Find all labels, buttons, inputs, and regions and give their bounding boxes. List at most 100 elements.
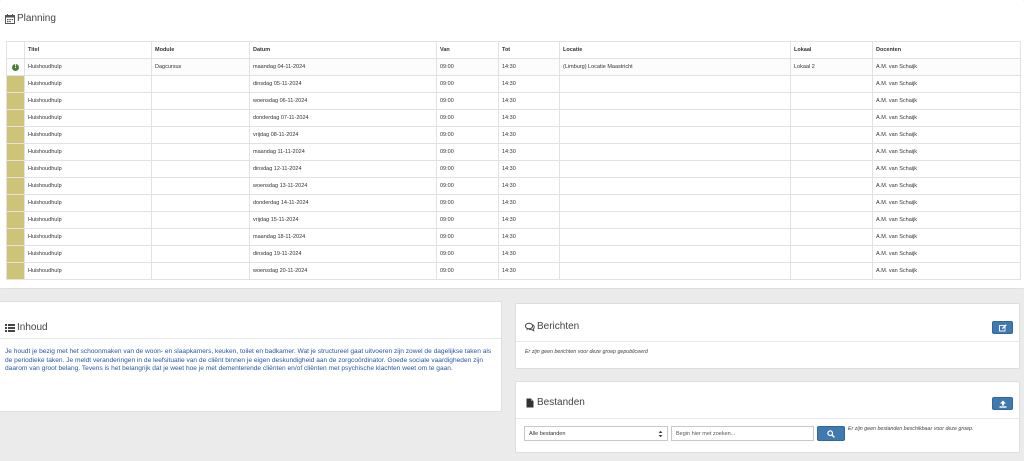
cell-docenten: A.M. van Schaijk [872, 58, 1021, 76]
select-arrows-icon [658, 430, 663, 438]
cell-datum: vrijdag 08-11-2024 [249, 126, 437, 144]
cell-locatie [559, 92, 791, 110]
list-icon [5, 323, 15, 333]
cell-tot: 14:30 [498, 58, 560, 76]
berichten-empty-text: Er zijn geen berichten voor deze groep g… [525, 349, 648, 355]
cell-lokaal [790, 143, 873, 161]
cell-van: 09:00 [436, 109, 499, 127]
cell-module [151, 211, 250, 229]
cell-titel: Huishoudhulp [24, 58, 152, 76]
cell-docenten: A.M. van Schaijk [872, 109, 1021, 127]
cell-van: 09:00 [436, 262, 499, 280]
cell-tot: 14:30 [498, 92, 560, 110]
cell-locatie [559, 262, 791, 280]
table-row[interactable]: Huishoudhulp dinsdag 19-11-2024 09:00 14:30… [6, 245, 1021, 263]
cell-titel: Huishoudhulp [24, 92, 152, 110]
column-header-locatie[interactable]: Locatie [559, 41, 791, 59]
cell-tot: 14:30 [498, 211, 560, 229]
cell-lokaal [790, 245, 873, 263]
cell-lokaal [790, 228, 873, 246]
bestanden-header: Bestanden [525, 397, 585, 408]
cell-docenten: A.M. van Schaijk [872, 92, 1021, 110]
cell-docenten: A.M. van Schaijk [872, 177, 1021, 195]
cell-van: 09:00 [436, 228, 499, 246]
table-row[interactable]: Huishoudhulp dinsdag 05-11-2024 09:00 14:30… [6, 75, 1021, 93]
cell-tot: 14:30 [498, 109, 560, 127]
cell-module [151, 92, 250, 110]
cell-datum: dinsdag 12-11-2024 [249, 160, 437, 178]
divider [516, 341, 1019, 342]
cell-van: 09:00 [436, 75, 499, 93]
column-header-van[interactable]: Van [436, 41, 499, 59]
cell-docenten: A.M. van Schaijk [872, 245, 1021, 263]
column-header-titel[interactable]: Titel [24, 41, 152, 59]
file-search-input[interactable] [671, 426, 814, 441]
row-status-indicator [6, 262, 25, 280]
table-row[interactable]: Huishoudhulp maandag 18-11-2024 09:00 14:30… [6, 228, 1021, 246]
cell-lokaal [790, 75, 873, 93]
cell-docenten: A.M. van Schaijk [872, 75, 1021, 93]
column-header-lokaal[interactable]: Lokaal [790, 41, 873, 59]
table-row[interactable]: Huishoudhulp woensdag 06-11-2024 09:00 14:3… [6, 92, 1021, 110]
table-row[interactable]: ! Huishoudhulp Dagcursus maandag 04-11-2024… [6, 58, 1021, 76]
cell-module [151, 109, 250, 127]
cell-datum: dinsdag 19-11-2024 [249, 245, 437, 263]
bestanden-panel: Bestanden Alle bestanden Er zijn geen be… [515, 381, 1020, 453]
bestanden-empty-text: Er zijn geen bestanden beschikbaar voor … [848, 426, 974, 432]
row-status-indicator [6, 245, 25, 263]
column-header-datum[interactable]: Datum [249, 41, 437, 59]
cell-lokaal [790, 92, 873, 110]
cell-lokaal [790, 194, 873, 212]
table-row[interactable]: Huishoudhulp donderdag 14-11-2024 09:00 14:… [6, 194, 1021, 212]
cell-datum: woensdag 13-11-2024 [249, 177, 437, 195]
search-button[interactable] [817, 426, 845, 441]
table-row[interactable]: Huishoudhulp dinsdag 12-11-2024 09:00 14:30… [6, 160, 1021, 178]
table-row[interactable]: Huishoudhulp donderdag 07-11-2024 09:00 14:… [6, 109, 1021, 127]
cell-titel: Huishoudhulp [24, 245, 152, 263]
cell-datum: maandag 18-11-2024 [249, 228, 437, 246]
inhoud-panel: Inhoud Je houdt je bezig met het schoonm… [0, 301, 502, 412]
berichten-title: Berichten [537, 321, 580, 332]
file-filter-select[interactable]: Alle bestanden [524, 426, 668, 441]
cell-module: Dagcursus [151, 58, 250, 76]
upload-file-button[interactable] [992, 397, 1013, 410]
search-icon [827, 429, 835, 438]
cell-tot: 14:30 [498, 262, 560, 280]
cell-tot: 14:30 [498, 194, 560, 212]
cell-datum: donderdag 14-11-2024 [249, 194, 437, 212]
berichten-header: Berichten [525, 321, 579, 332]
table-row[interactable]: Huishoudhulp vrijdag 15-11-2024 09:00 14:30… [6, 211, 1021, 229]
inhoud-title: Inhoud [17, 322, 48, 333]
table-row[interactable]: Huishoudhulp woensdag 20-11-2024 09:00 14:3… [6, 262, 1021, 280]
exclamation-circle-icon: ! [12, 63, 19, 71]
column-header-module[interactable]: Module [151, 41, 250, 59]
column-header-docenten[interactable]: Docenten [872, 41, 1021, 59]
cell-titel: Huishoudhulp [24, 228, 152, 246]
cell-lokaal [790, 211, 873, 229]
cell-van: 09:00 [436, 177, 499, 195]
cell-module [151, 177, 250, 195]
table-row[interactable]: Huishoudhulp vrijdag 08-11-2024 09:00 14:30… [6, 126, 1021, 144]
cell-titel: Huishoudhulp [24, 160, 152, 178]
column-header-tot[interactable]: Tot [498, 41, 560, 59]
berichten-panel: Berichten Er zijn geen berichten voor de… [515, 303, 1020, 369]
cell-lokaal [790, 160, 873, 178]
row-status-indicator [6, 177, 25, 195]
cell-lokaal [790, 177, 873, 195]
cell-tot: 14:30 [498, 160, 560, 178]
cell-locatie [559, 194, 791, 212]
cell-titel: Huishoudhulp [24, 75, 152, 93]
cell-titel: Huishoudhulp [24, 262, 152, 280]
cell-module [151, 160, 250, 178]
new-message-button[interactable] [992, 321, 1013, 334]
table-row[interactable]: Huishoudhulp maandag 11-11-2024 09:00 14:30… [6, 143, 1021, 161]
cell-module [151, 194, 250, 212]
cell-van: 09:00 [436, 58, 499, 76]
bestanden-title: Bestanden [537, 397, 585, 408]
cell-datum: maandag 11-11-2024 [249, 143, 437, 161]
table-row[interactable]: Huishoudhulp woensdag 13-11-2024 09:00 14:3… [6, 177, 1021, 195]
row-status-indicator [6, 92, 25, 110]
cell-tot: 14:30 [498, 75, 560, 93]
cell-datum: vrijdag 15-11-2024 [249, 211, 437, 229]
cell-lokaal [790, 262, 873, 280]
